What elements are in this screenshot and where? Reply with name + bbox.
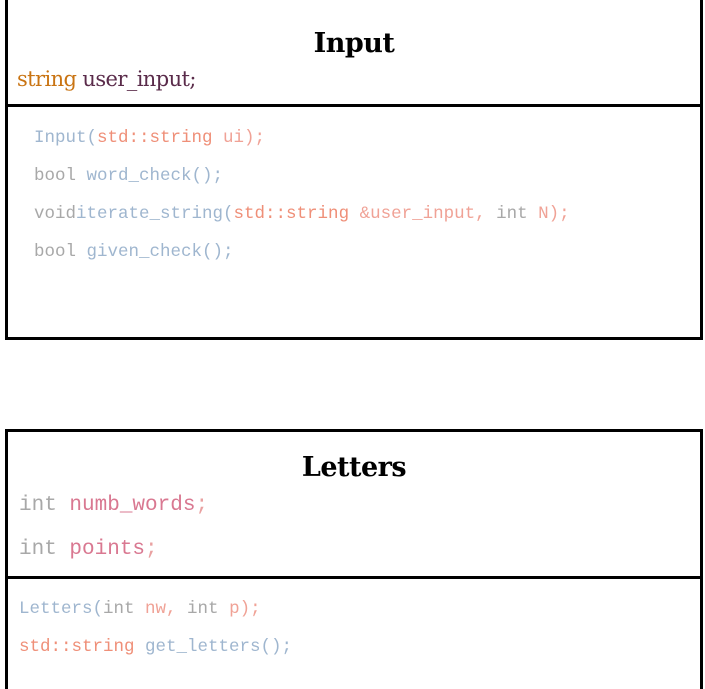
code-token-kw: bool xyxy=(34,166,77,186)
code-token-fn: word_check(); xyxy=(76,166,224,186)
code-token-punct: ; xyxy=(195,494,209,517)
code-token-arg: &user_input, xyxy=(349,204,497,224)
letters-attribute-points: int points; xyxy=(19,538,158,561)
code-token-type: std::string xyxy=(233,204,350,224)
code-token-fn: Input( xyxy=(34,128,98,148)
input-class-title: Input xyxy=(313,28,395,59)
letters-attribute-numb-words: int numb_words; xyxy=(19,494,208,517)
code-token-kw: bool xyxy=(34,242,77,262)
code-token-fn: given_check(); xyxy=(76,242,234,262)
code-token-punct: ; xyxy=(145,538,158,561)
code-token-kw: int xyxy=(496,204,528,224)
letters-class-title: Letters xyxy=(301,452,407,483)
input-method-word-check: bool word_check(); xyxy=(34,166,223,186)
code-token-kw: int xyxy=(187,599,219,619)
attribute-type: string xyxy=(17,67,77,91)
code-token-kw: void xyxy=(34,204,77,224)
code-token-fn: get_letters(); xyxy=(134,637,293,657)
code-token-fn: Letters( xyxy=(19,599,104,619)
input-section-divider xyxy=(8,104,700,107)
code-token-arg: N); xyxy=(527,204,570,224)
code-token-kw: int xyxy=(19,494,57,517)
letters-section-divider xyxy=(8,576,700,579)
code-token-fieldname: numb_words xyxy=(56,494,196,517)
input-attribute-user-input: string user_input; xyxy=(17,67,196,91)
letters-method-get-letters: std::string get_letters(); xyxy=(19,637,292,657)
attribute-name: user_input; xyxy=(82,67,196,91)
code-token-kw: int xyxy=(103,599,135,619)
code-token-type: std::string xyxy=(19,637,135,657)
code-token-arg: ui); xyxy=(212,128,266,148)
input-method-iterate-string: voiditerate_string(std::string &user_inp… xyxy=(34,204,570,224)
code-token-type: std::string xyxy=(97,128,213,148)
input-method-constructor: Input(std::string ui); xyxy=(34,128,265,148)
letters-method-constructor: Letters(int nw, int p); xyxy=(19,599,261,619)
input-method-given-check: bool given_check(); xyxy=(34,242,234,262)
code-token-arg: p); xyxy=(218,599,261,619)
code-token-fn: iterate_string( xyxy=(76,204,234,224)
code-token-fieldname: points xyxy=(56,538,146,561)
code-token-arg: nw, xyxy=(134,599,188,619)
letters-class-box: Letters int numb_words; int points; Lett… xyxy=(5,429,703,689)
input-class-box: Input string user_input; Input(std::stri… xyxy=(5,0,703,340)
code-token-kw: int xyxy=(19,538,57,561)
